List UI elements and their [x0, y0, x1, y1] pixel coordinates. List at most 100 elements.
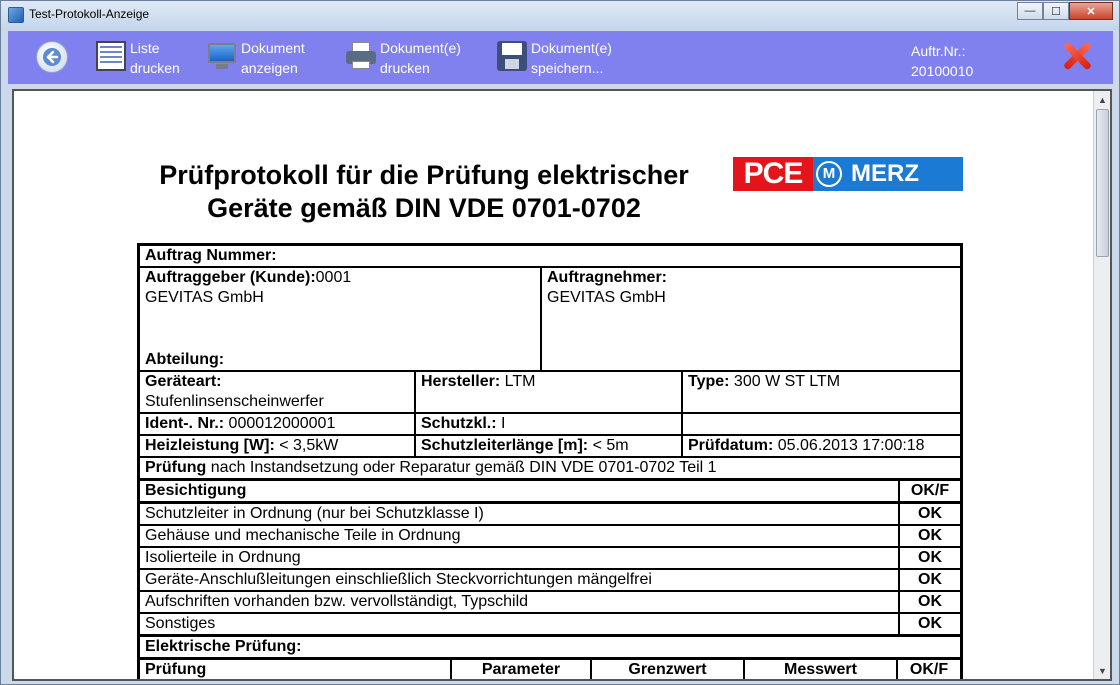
- list-icon: [96, 41, 126, 71]
- table-row: Prüfung Parameter Grenzwert Messwert OK/…: [140, 660, 960, 679]
- heizleistung-label: Heizleistung [W]:: [145, 437, 275, 454]
- list-print-button[interactable]: Liste drucken: [96, 38, 180, 78]
- order-number-value: 20100010: [911, 63, 974, 79]
- floppy-disk-icon: [497, 41, 527, 71]
- arrow-left-icon: [43, 48, 61, 66]
- type-label: Type:: [688, 373, 730, 390]
- abteilung-label: Abteilung:: [145, 351, 225, 368]
- besichtigung-label: Besichtigung: [145, 482, 247, 499]
- check-result: OK: [898, 614, 960, 634]
- elektrische-pruefung-label: Elektrische Prüfung:: [145, 638, 302, 655]
- ident-value: 000012000001: [224, 415, 336, 432]
- document-save-label-1: Dokument(e): [531, 40, 612, 56]
- table-row: Elektrische Prüfung:: [140, 637, 960, 660]
- hersteller-label: Hersteller:: [421, 373, 501, 390]
- auftraggeber-name: GEVITAS GmbH: [145, 289, 264, 306]
- hersteller-value: LTM: [500, 373, 536, 390]
- document-save-button[interactable]: Dokument(e) speichern...: [497, 38, 612, 78]
- document-show-label-2: anzeigen: [241, 60, 298, 76]
- schutzklasse-label: Schutzkl.:: [421, 415, 497, 432]
- header-messwert: Messwert: [743, 660, 896, 679]
- check-text: Geräte-Anschlußleitungen einschließlich …: [145, 571, 652, 588]
- pruefung-text: nach Instandsetzung oder Reparatur gemäß…: [206, 459, 717, 476]
- monitor-icon: [207, 41, 237, 71]
- document-title-line2: Geräte gemäß DIN VDE 0701-0702: [207, 193, 641, 223]
- okf-header: OK/F: [898, 481, 960, 501]
- check-result: OK: [898, 592, 960, 612]
- app-window: Test-Protokoll-Anzeige — ☐ ✕ Liste druck…: [0, 0, 1120, 685]
- scrollbar-thumb[interactable]: [1096, 109, 1109, 257]
- order-number: Auftr.Nr.: 20100010: [911, 41, 973, 81]
- table-row: Auftrag Nummer:: [140, 246, 960, 268]
- window-controls: — ☐ ✕: [1017, 2, 1113, 20]
- check-text: Gehäuse und mechanische Teile in Ordnung: [145, 527, 461, 544]
- schutzleiterlaenge-label: Schutzleiterlänge [m]:: [421, 437, 589, 454]
- check-result: OK: [898, 548, 960, 568]
- check-text: Aufschriften vorhanden bzw. vervollständ…: [145, 593, 529, 610]
- ident-label: Ident-. Nr.:: [145, 415, 225, 432]
- document-save-label-2: speichern...: [531, 60, 604, 76]
- auftraggeber-number: 0001: [315, 269, 352, 286]
- table-row: Schutzleiter in Ordnung (nur bei Schutzk…: [140, 504, 960, 526]
- pruefdatum-value: 05.06.2013 17:00:18: [773, 437, 925, 454]
- check-text: Schutzleiter in Ordnung (nur bei Schutzk…: [145, 505, 484, 522]
- check-text: Isolierteile in Ordnung: [145, 549, 301, 566]
- heizleistung-value: < 3,5kW: [274, 437, 339, 454]
- geraeteart-label: Geräteart:: [145, 373, 222, 390]
- vertical-scrollbar[interactable]: ▲ ▼: [1093, 91, 1110, 679]
- window-title: Test-Protokoll-Anzeige: [29, 7, 150, 21]
- header-parameter: Parameter: [450, 660, 590, 679]
- maximize-button[interactable]: ☐: [1043, 2, 1069, 20]
- table-row: Ident-. Nr.: 000012000001 Schutzkl.: I: [140, 414, 960, 436]
- scroll-up-icon[interactable]: ▲: [1094, 91, 1110, 108]
- table-row: Auftraggeber (Kunde):0001 GEVITAS GmbH A…: [140, 268, 960, 372]
- table-row: Geräte-Anschlußleitungen einschließlich …: [140, 570, 960, 592]
- geraeteart-value: Stufenlinsenscheinwerfer: [145, 393, 324, 410]
- table-row: Isolierteile in Ordnung OK: [140, 548, 960, 570]
- document-print-label-1: Dokument(e): [380, 40, 461, 56]
- close-x-icon[interactable]: [1060, 39, 1094, 73]
- logo-pce: PCE: [733, 157, 813, 191]
- back-button[interactable]: [36, 41, 68, 73]
- pce-merz-logo: PCE M MERZ: [733, 157, 963, 191]
- check-text: Sonstiges: [145, 615, 216, 632]
- document-title-line1: Prüfprotokoll für die Prüfung elektrisch…: [159, 160, 689, 190]
- table-row: Aufschriften vorhanden bzw. vervollständ…: [140, 592, 960, 614]
- scroll-down-icon[interactable]: ▼: [1094, 662, 1110, 679]
- table-row: Sonstiges OK: [140, 614, 960, 637]
- document-show-button[interactable]: Dokument anzeigen: [207, 38, 305, 78]
- header-okf: OK/F: [896, 660, 960, 679]
- logo-m: M: [813, 157, 845, 191]
- document-print-label-2: drucken: [380, 60, 430, 76]
- auftragnehmer-name: GEVITAS GmbH: [547, 289, 666, 306]
- table-row: Besichtigung OK/F: [140, 481, 960, 504]
- table-row: Gehäuse und mechanische Teile in Ordnung…: [140, 526, 960, 548]
- printer-icon: [346, 41, 376, 71]
- list-print-label-1: Liste: [130, 40, 160, 56]
- table-row: Prüfung nach Instandsetzung oder Reparat…: [140, 458, 960, 481]
- schutzklasse-value: I: [496, 415, 506, 432]
- pruefung-label: Prüfung: [145, 459, 207, 476]
- check-result: OK: [898, 526, 960, 546]
- logo-merz: MERZ: [845, 157, 963, 191]
- document-viewer[interactable]: Prüfprotokoll für die Prüfung elektrisch…: [12, 89, 1112, 681]
- pruefdatum-label: Prüfdatum:: [688, 437, 774, 454]
- toolbar: Liste drucken Dokument anzeigen Dokument…: [8, 31, 1113, 84]
- list-print-label-2: drucken: [130, 60, 180, 76]
- table-row: Heizleistung [W]: < 3,5kW Schutzleiterlä…: [140, 436, 960, 458]
- app-icon: [8, 7, 24, 23]
- minimize-button[interactable]: —: [1017, 2, 1043, 20]
- document-title: Prüfprotokoll für die Prüfung elektrisch…: [114, 159, 734, 225]
- auftraggeber-label: Auftraggeber (Kunde):: [145, 269, 316, 286]
- protocol-table: Auftrag Nummer: Auftraggeber (Kunde):000…: [137, 243, 963, 679]
- auftrag-nummer-label: Auftrag Nummer:: [145, 247, 277, 264]
- window-close-button[interactable]: ✕: [1069, 2, 1113, 20]
- schutzleiterlaenge-value: < 5m: [588, 437, 629, 454]
- document-show-label-1: Dokument: [241, 40, 305, 56]
- document-print-button[interactable]: Dokument(e) drucken: [346, 38, 461, 78]
- check-result: OK: [898, 504, 960, 524]
- title-bar: Test-Protokoll-Anzeige — ☐ ✕: [1, 1, 1119, 30]
- auftragnehmer-label: Auftragnehmer:: [547, 269, 668, 286]
- type-value: 300 W ST LTM: [729, 373, 841, 390]
- order-number-label: Auftr.Nr.:: [911, 43, 966, 59]
